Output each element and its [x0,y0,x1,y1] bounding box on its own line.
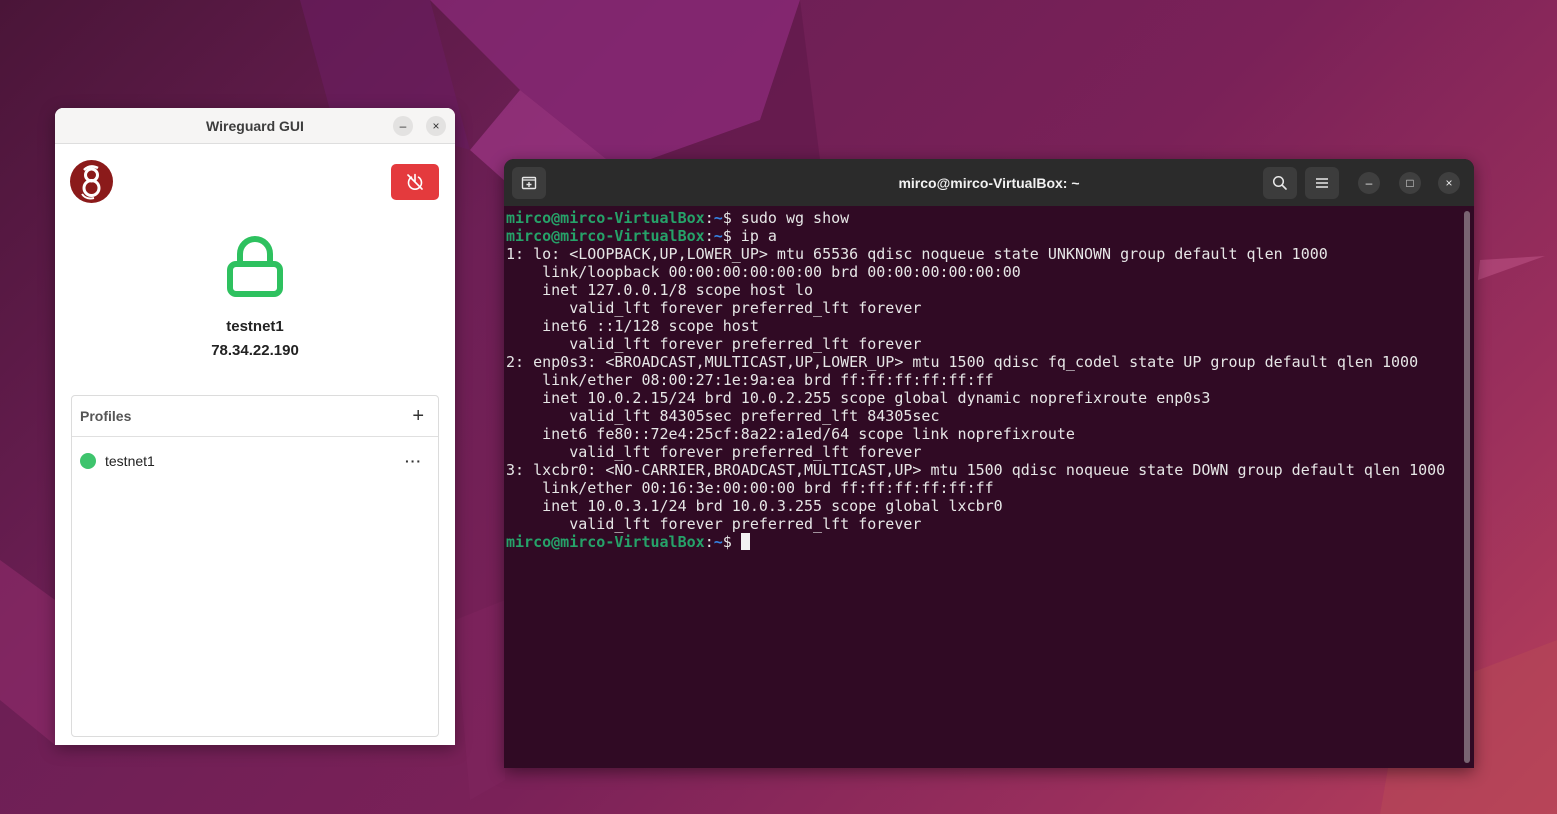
profile-name: testnet1 [105,453,155,469]
output-line: 1: lo: <LOOPBACK,UP,LOWER_UP> mtu 65536 … [506,245,1328,263]
maximize-icon: □ [1406,176,1414,190]
minimize-button[interactable]: – [1358,172,1380,194]
prompt-path: ~ [713,209,723,227]
close-button[interactable]: × [1438,172,1460,194]
add-profile-button[interactable]: + [412,406,424,426]
command-text [732,533,741,551]
maximize-button[interactable]: □ [1399,172,1421,194]
output-line: inet 10.0.2.15/24 brd 10.0.2.255 scope g… [506,389,1211,407]
profile-row[interactable]: testnet1 ··· [72,437,438,485]
terminal-headerbar[interactable]: mirco@mirco-VirtualBox: ~ – □ × [504,159,1474,206]
power-off-icon [407,173,423,190]
new-tab-icon [521,176,537,190]
window-title: mirco@mirco-VirtualBox: ~ [898,174,1080,191]
hamburger-menu-icon [1316,178,1328,188]
output-line: inet 10.0.3.1/24 brd 10.0.3.255 scope gl… [506,497,1003,515]
new-tab-button[interactable] [512,167,546,199]
prompt-path: ~ [713,533,723,551]
profiles-title: Profiles [80,408,132,424]
profiles-panel: Profiles + testnet1 ··· [71,395,439,737]
prompt-line: mirco@mirco-VirtualBox:~$ sudo wg show [506,209,850,227]
output-line: link/ether 08:00:27:1e:9a:ea brd ff:ff:f… [506,371,994,389]
close-icon: × [432,119,440,133]
profile-more-button[interactable]: ··· [405,453,422,469]
wireguard-titlebar[interactable]: Wireguard GUI – × [55,108,455,144]
prompt-user: mirco@mirco-VirtualBox [506,227,705,245]
prompt-path: ~ [713,227,723,245]
output-line: valid_lft forever preferred_lft forever [506,515,922,533]
output-line: link/ether 00:16:3e:00:00:00 brd ff:ff:f… [506,479,994,497]
output-line: 2: enp0s3: <BROADCAST,MULTICAST,UP,LOWER… [506,353,1419,371]
command-text: sudo wg show [731,209,850,227]
close-button[interactable]: × [426,116,446,136]
prompt-symbol: $ [722,533,732,551]
lock-icon [227,236,283,297]
output-line: valid_lft forever preferred_lft forever [506,335,922,353]
prompt-line: mirco@mirco-VirtualBox:~$ ip a [506,227,777,245]
menu-button[interactable] [1305,167,1339,199]
profiles-header: Profiles + [72,396,438,437]
active-profile-name: testnet1 [226,318,284,335]
prompt-user: mirco@mirco-VirtualBox [506,209,705,227]
window-title: Wireguard GUI [206,117,304,134]
command-text: ip a [731,227,777,245]
output-line: valid_lft 84305sec preferred_lft 84305se… [506,407,940,425]
output-line: valid_lft forever preferred_lft forever [506,299,922,317]
prompt-symbol: $ [722,209,732,227]
output-line: link/loopback 00:00:00:00:00:00 brd 00:0… [506,263,1021,281]
output-line: inet6 ::1/128 scope host [506,317,759,335]
search-icon [1272,175,1287,190]
output-line: valid_lft forever preferred_lft forever [506,443,922,461]
output-line: 3: lxcbr0: <NO-CARRIER,BROADCAST,MULTICA… [506,461,1446,479]
terminal-output[interactable]: mirco@mirco-VirtualBox:~$ sudo wg show mi… [506,208,1456,768]
scrollbar[interactable] [1464,211,1470,763]
minimize-button[interactable]: – [393,116,413,136]
close-icon: × [1445,176,1453,190]
prompt-symbol: $ [722,227,732,245]
connected-status-dot [80,453,96,469]
public-ip-address: 78.34.22.190 [211,342,299,359]
output-line: inet6 fe80::72e4:25cf:8a22:a1ed/64 scope… [506,425,1075,443]
prompt-line: mirco@mirco-VirtualBox:~$ [506,533,1456,551]
disconnect-button[interactable] [391,164,439,200]
wireguard-window: Wireguard GUI – × testnet1 78.34.22.190 … [55,108,455,745]
text-cursor [740,533,750,550]
minimize-icon: – [399,119,407,133]
wireguard-logo-icon [70,160,113,203]
terminal-window: mirco@mirco-VirtualBox: ~ – □ × mirco@mi… [504,159,1474,768]
minimize-icon: – [1365,176,1373,190]
output-line: inet 127.0.0.1/8 scope host lo [506,281,814,299]
prompt-user: mirco@mirco-VirtualBox [506,533,705,551]
search-button[interactable] [1263,167,1297,199]
